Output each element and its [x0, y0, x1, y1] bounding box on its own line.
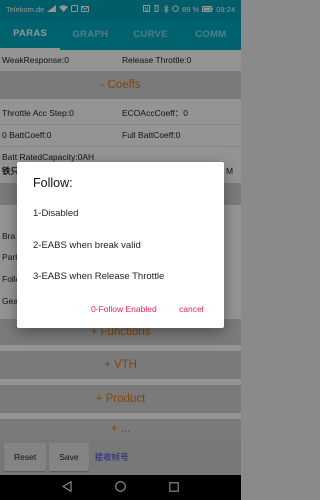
follow-dialog: Follow: 1-Disabled 2-EABS when break val… [17, 162, 224, 328]
cancel-button[interactable]: cancel [179, 304, 204, 314]
follow-enabled-button[interactable]: 0-Follow Enabled [91, 304, 157, 314]
dialog-option-eabs-break[interactable]: 2-EABS when break valid [33, 240, 141, 251]
app-screen: Telekom.de N 89 % 09:24 PARAS GRAPH CURV… [0, 0, 241, 500]
dialog-option-eabs-release[interactable]: 3-EABS when Release Throttle [33, 271, 164, 282]
dialog-option-disabled[interactable]: 1-Disabled [33, 208, 78, 219]
dialog-title: Follow: [33, 176, 73, 190]
